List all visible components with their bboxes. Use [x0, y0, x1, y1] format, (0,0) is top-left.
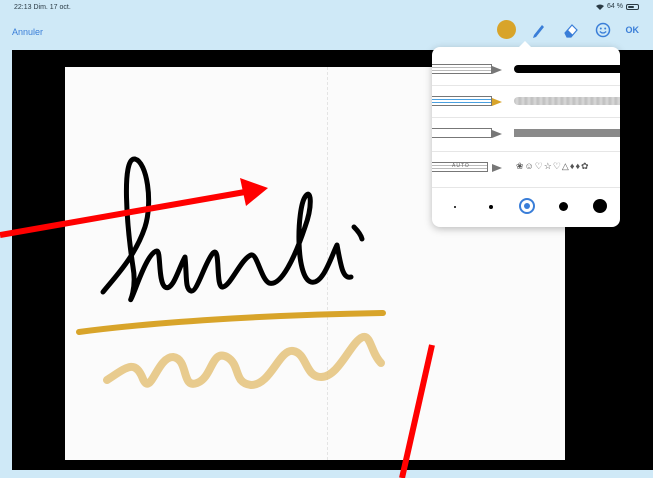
- gold-underline: [76, 310, 386, 335]
- auto-label: AUTO: [452, 163, 470, 169]
- size-m-button[interactable]: [519, 198, 535, 214]
- pen-tip: [492, 164, 502, 172]
- pen-option-felt[interactable]: [432, 53, 620, 85]
- pen-selection-popup: AUTO ❀☺♡☆♡△♦♦✿: [432, 41, 620, 227]
- battery-percent: 64 %: [607, 3, 623, 10]
- sticker-tool-button[interactable]: [594, 21, 612, 39]
- cancel-button[interactable]: Annuler: [12, 27, 43, 37]
- tool-group: OK: [496, 20, 640, 39]
- glitter-zigzag: [103, 332, 385, 389]
- drawing-toolbar: Annuler OK: [0, 14, 653, 50]
- size-xs-button[interactable]: [454, 206, 456, 208]
- glitter-pen-icon: [432, 96, 492, 106]
- pen-option-stamp[interactable]: AUTO ❀☺♡☆♡△♦♦✿: [432, 151, 620, 183]
- pen-tool-button[interactable]: [530, 21, 548, 39]
- wifi-icon: [596, 4, 605, 10]
- pen-option-glitter[interactable]: [432, 85, 620, 117]
- size-l-button[interactable]: [559, 202, 568, 211]
- handwriting-lundi: [100, 156, 354, 303]
- pen-tip: [492, 98, 502, 106]
- pen-option-marker[interactable]: [432, 117, 620, 149]
- eraser-tool-button[interactable]: [562, 21, 580, 39]
- battery-level: [628, 5, 634, 8]
- eraser-icon: [563, 23, 578, 38]
- divider: [432, 187, 620, 188]
- battery-icon: [626, 3, 639, 10]
- size-s-button[interactable]: [489, 205, 493, 209]
- pen-tip: [492, 130, 502, 138]
- status-bar: 22:13 Dim. 17 oct. 64 %: [0, 0, 653, 14]
- marker-icon: [432, 128, 492, 138]
- glitter-pen-stroke-sample: [514, 97, 620, 105]
- marker-stroke-sample: [514, 129, 620, 137]
- pen-icon: [532, 24, 544, 38]
- status-indicators: 64 %: [596, 3, 639, 10]
- color-picker-button[interactable]: [496, 20, 516, 39]
- brush-size-picker: [432, 195, 620, 219]
- smiley-icon: [595, 22, 610, 37]
- status-time: 22:13 Dim. 17 oct.: [14, 4, 71, 11]
- app-screen: 22:13 Dim. 17 oct. 64 % Annuler OK AUTO …: [0, 0, 653, 478]
- felt-pen-stroke-sample: [514, 65, 620, 73]
- felt-pen-icon: [432, 64, 492, 74]
- pen-tip: [492, 66, 502, 74]
- size-m-dot: [524, 203, 530, 209]
- ok-button[interactable]: OK: [626, 25, 640, 35]
- stamp-pen-sample: ❀☺♡☆♡△♦♦✿: [516, 161, 590, 171]
- handwriting-dot: [351, 224, 365, 242]
- size-xl-button[interactable]: [593, 199, 607, 213]
